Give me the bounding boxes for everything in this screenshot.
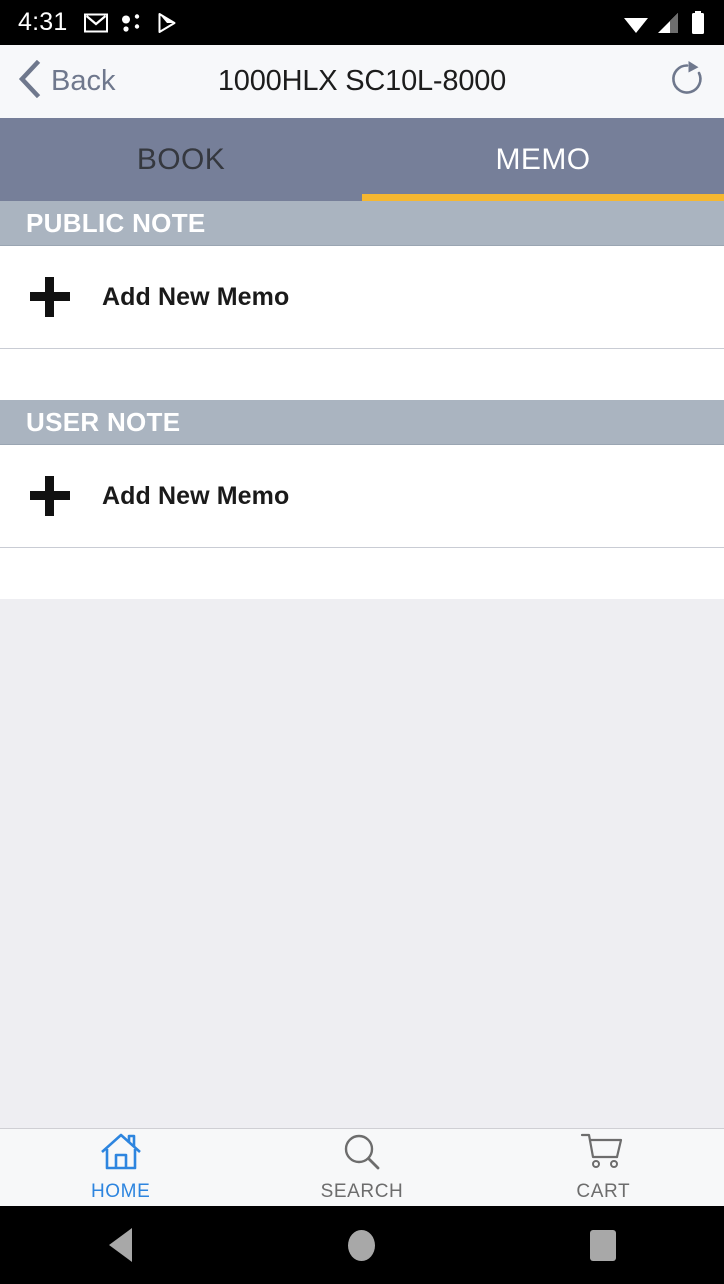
circle-home-icon [348,1229,376,1261]
status-bar-system-icons [622,10,706,35]
add-new-memo-user-label: Add New Memo [102,481,290,510]
plus-icon [30,277,70,317]
add-new-memo-public-label: Add New Memo [102,282,290,311]
dots-icon [121,13,143,33]
add-new-memo-user-row[interactable]: Add New Memo [0,445,724,548]
status-bar-time: 4:31 [18,8,68,36]
gmail-icon [84,13,109,33]
wifi-icon [622,12,650,34]
active-tab-indicator [362,194,724,201]
nav-item-search[interactable]: SEARCH [241,1129,482,1206]
tab-book-label: BOOK [136,142,226,176]
status-bar-notification-icons [84,12,178,34]
tab-memo[interactable]: MEMO [362,118,724,201]
section-header-public-note-label: PUBLIC NOTE [26,207,206,238]
android-recents-button[interactable] [543,1206,663,1284]
section-header-public-note: PUBLIC NOTE [0,201,724,246]
nav-item-home-label: HOME [90,1181,151,1202]
tab-book[interactable]: BOOK [0,118,362,201]
back-button-label: Back [51,65,116,97]
memo-list: PUBLIC NOTE Add New Memo USER NOTE Add N… [0,201,724,1128]
back-button[interactable]: Back [18,59,116,103]
tab-memo-label: MEMO [495,142,591,176]
square-recents-icon [590,1229,617,1261]
section-header-user-note-label: USER NOTE [26,406,181,437]
chevron-left-icon [18,59,42,103]
cart-icon [580,1132,626,1177]
home-icon [99,1132,143,1177]
search-icon [340,1132,384,1177]
public-note-card-filler [0,349,724,400]
app-screen: 4:31 Back 1000HLX SC10L-8000 BOOK MEMO P… [0,0,724,1284]
nav-item-search-label: SEARCH [320,1181,404,1202]
android-home-button[interactable] [302,1206,422,1284]
play-store-icon [156,12,178,34]
android-back-button[interactable] [61,1206,181,1284]
cell-signal-icon [657,12,683,34]
battery-icon [690,10,706,35]
bottom-navigation-bar: HOME SEARCH CART [0,1128,724,1206]
section-header-user-note: USER NOTE [0,400,724,445]
refresh-button[interactable] [668,60,706,103]
page-header: Back 1000HLX SC10L-8000 [0,45,724,118]
refresh-icon [668,60,706,103]
triangle-back-icon [109,1228,133,1262]
nav-item-cart[interactable]: CART [483,1129,724,1206]
nav-item-home[interactable]: HOME [0,1129,241,1206]
android-system-navigation [0,1206,724,1284]
status-bar: 4:31 [0,0,724,45]
add-new-memo-public-row[interactable]: Add New Memo [0,246,724,349]
nav-item-cart-label: CART [576,1181,631,1202]
tab-bar: BOOK MEMO [0,118,724,201]
plus-icon [30,476,70,516]
user-note-card-filler [0,548,724,599]
